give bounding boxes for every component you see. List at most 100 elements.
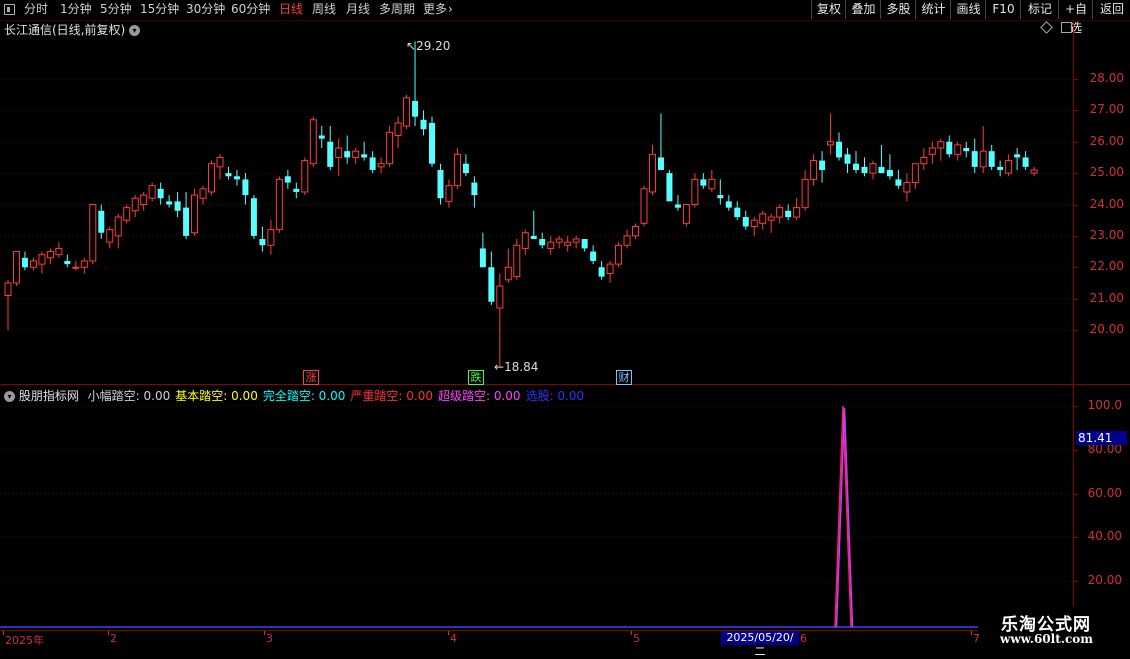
period-tab-0[interactable]: 分时 [24, 1, 48, 18]
candle [1005, 154, 1013, 177]
period-tab-6[interactable]: 日线 [279, 1, 303, 18]
candle [666, 169, 673, 202]
candle [12, 251, 20, 287]
candle [1030, 166, 1038, 177]
toolbar-button-5[interactable]: F10 [985, 0, 1021, 19]
price-tick-0: 28.00 [1089, 71, 1124, 85]
candle [979, 126, 987, 174]
candle [1022, 151, 1029, 170]
candle [225, 166, 232, 180]
price-tickmark [1073, 110, 1078, 111]
indicator-chart[interactable] [0, 385, 1073, 630]
candle [836, 132, 843, 161]
candle [657, 113, 664, 170]
candle [903, 173, 911, 202]
candle [55, 242, 63, 258]
period-tab-8[interactable]: 月线 [346, 1, 370, 18]
candle [72, 260, 80, 271]
candle [734, 201, 741, 221]
period-tab-5[interactable]: 60分钟 [231, 1, 270, 18]
toolbar-button-7[interactable]: +自选 [1058, 0, 1093, 35]
candle [928, 141, 936, 164]
toolbar-button-6[interactable]: 标记 [1020, 0, 1059, 19]
candle [46, 248, 54, 265]
candle [309, 116, 317, 167]
candle [216, 154, 224, 180]
toolbar-button-0[interactable]: 复权 [811, 0, 846, 19]
candle [810, 154, 818, 186]
period-tab-9[interactable]: 多周期 [379, 1, 415, 18]
candle [742, 210, 749, 230]
candlestick-chart[interactable] [0, 20, 1073, 384]
price-tick-8: 20.00 [1089, 322, 1124, 336]
price-tick-7: 21.00 [1089, 290, 1124, 305]
period-tab-4[interactable]: 30分钟 [186, 1, 225, 18]
candle [445, 179, 453, 208]
candle [29, 257, 37, 271]
indicator-readout: 81.41 [1076, 431, 1127, 445]
date-tickmark [971, 631, 972, 635]
date-tickmark [108, 631, 109, 635]
candle [98, 204, 105, 240]
date-tickmark [3, 631, 4, 635]
candle [827, 113, 835, 155]
candle [199, 185, 207, 205]
candle [844, 148, 851, 174]
candle [361, 141, 368, 161]
candle [479, 232, 486, 268]
candle [496, 273, 504, 367]
candle [233, 169, 240, 186]
low-price-label: 18.84 [504, 360, 539, 374]
candle [38, 251, 46, 274]
date-label-2: 3 [266, 632, 273, 645]
toolbar-button-4[interactable]: 画线 [950, 0, 986, 19]
candle [64, 254, 71, 268]
candle [191, 188, 199, 236]
price-tickmark [1073, 79, 1078, 80]
toolbar-button-3[interactable]: 统计 [915, 0, 951, 19]
indicator-tick-3: 40.00 [1087, 529, 1122, 544]
candle [403, 94, 411, 130]
candle [513, 239, 521, 280]
more-arrow-icon[interactable]: › [448, 1, 453, 18]
period-tab-3[interactable]: 15分钟 [140, 1, 179, 18]
candle [954, 141, 962, 161]
indicator-tickmark [1073, 406, 1078, 407]
candle [971, 138, 978, 174]
candle [632, 223, 640, 240]
event-finance-marker[interactable]: 财 [616, 370, 632, 385]
toolbar-button-1[interactable]: 叠加 [845, 0, 881, 19]
price-tick-4: 24.00 [1089, 196, 1124, 211]
indicator-tick-4: 20.00 [1087, 573, 1122, 587]
candle [946, 135, 953, 158]
candle [437, 163, 444, 205]
candle [750, 217, 758, 236]
period-tab-7[interactable]: 周线 [312, 1, 336, 18]
candle [598, 260, 605, 280]
candle [911, 163, 919, 189]
candle [759, 210, 767, 230]
event-rise-marker[interactable]: 涨 [303, 370, 319, 385]
candle [1014, 148, 1021, 170]
period-tab-1[interactable]: 1分钟 [60, 1, 92, 18]
candle [920, 148, 928, 170]
candle [819, 151, 826, 183]
candle [369, 151, 376, 174]
date-tickmark [264, 631, 265, 635]
candle [572, 235, 580, 249]
candle [547, 235, 555, 255]
price-tickmark [1073, 299, 1078, 300]
panel-toggle-icon[interactable] [4, 4, 15, 15]
candle [700, 173, 707, 189]
candle [997, 160, 1004, 177]
period-tab-10[interactable]: 更多 [423, 1, 447, 18]
price-tickmark [1073, 142, 1078, 143]
price-tickmark [1073, 236, 1078, 237]
event-fall-marker[interactable]: 跌 [468, 370, 484, 385]
candle [581, 239, 588, 252]
date-label-1: 2 [110, 632, 117, 645]
candle [785, 204, 792, 221]
toolbar-button-8[interactable]: 返回 [1092, 0, 1130, 19]
period-tab-2[interactable]: 5分钟 [100, 1, 132, 18]
toolbar-button-2[interactable]: 多股 [880, 0, 916, 19]
